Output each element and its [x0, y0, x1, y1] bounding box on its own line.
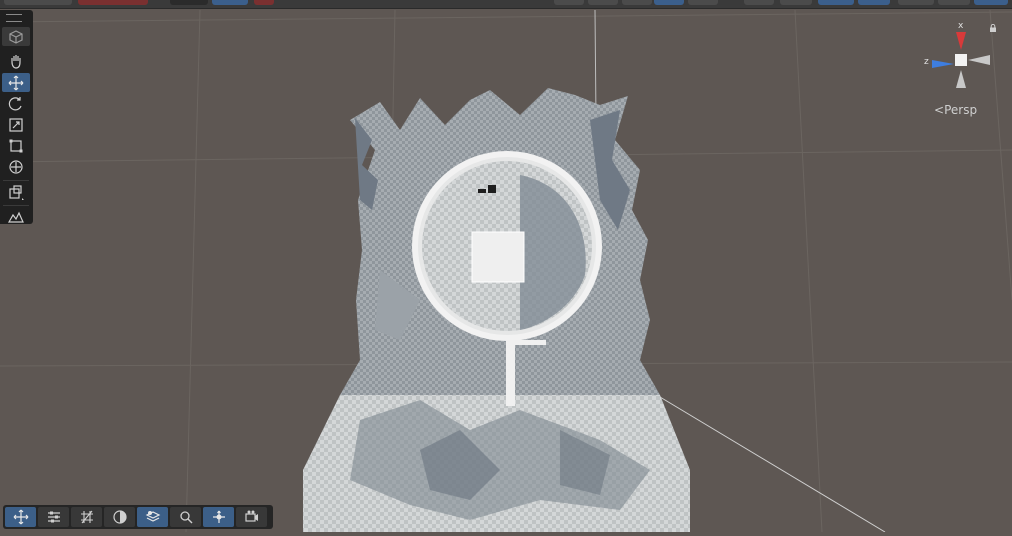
overlay-toolbar [3, 505, 273, 529]
toolbar-button-shading[interactable] [654, 0, 684, 5]
shading-icon [112, 510, 127, 524]
lock-icon[interactable] [989, 24, 997, 32]
snap-button[interactable] [203, 507, 234, 527]
toolbar-button[interactable] [938, 0, 970, 5]
tool-settings-button[interactable] [38, 507, 69, 527]
terrain-icon [8, 211, 24, 223]
grid-button[interactable] [71, 507, 102, 527]
gizmo-x-label: x [958, 21, 964, 31]
terrain-tool[interactable] [2, 207, 30, 226]
projection-label: Persp [944, 103, 978, 117]
x-axis-cone[interactable] [956, 32, 966, 50]
scene-view[interactable] [0, 0, 1012, 533]
snap-icon [212, 510, 225, 523]
scale-tool[interactable] [2, 115, 30, 134]
toolbar-button-move[interactable] [212, 0, 248, 5]
transform-tool[interactable] [2, 157, 30, 176]
move-overlay-button[interactable] [5, 507, 36, 527]
camera-icon [244, 510, 258, 522]
toolbar-button[interactable] [254, 0, 274, 5]
toolbar-button[interactable] [688, 0, 718, 5]
toolbar-button[interactable] [622, 0, 652, 5]
scene-render[interactable] [0, 0, 1012, 533]
cube-tool[interactable] [2, 27, 30, 46]
move-icon [8, 75, 24, 90]
transform-icon [9, 159, 23, 174]
layers-icon [145, 511, 160, 522]
toolbar-button[interactable] [554, 0, 584, 5]
toolbar-button[interactable] [780, 0, 812, 5]
custom-tool[interactable] [2, 182, 30, 201]
toolbar-button-record[interactable] [78, 0, 148, 5]
tools-palette [0, 10, 33, 224]
palette-divider [3, 180, 29, 181]
move-overlay-icon [13, 509, 28, 525]
toolbar-button[interactable] [858, 0, 890, 5]
chevron-left-icon: < [934, 103, 945, 117]
orientation-gizmo[interactable]: x z [920, 14, 1000, 94]
toolbar-button[interactable] [898, 0, 934, 5]
rotate-icon [8, 96, 22, 110]
move-tool[interactable] [2, 73, 30, 92]
gizmo-z-label: z [924, 57, 929, 67]
toolbar-button[interactable] [4, 0, 72, 5]
toolbar-button[interactable] [974, 0, 1008, 5]
rect-icon [9, 139, 23, 152]
toolbar-button[interactable] [170, 0, 208, 5]
projection-toggle[interactable]: <Persp [934, 103, 977, 117]
toolbar-button[interactable] [744, 0, 774, 5]
cube-icon [9, 29, 23, 44]
palette-drag-handle[interactable] [6, 14, 22, 22]
toolbar-button[interactable] [588, 0, 618, 5]
settings-icon [47, 511, 60, 523]
toolbar-button[interactable] [818, 0, 854, 5]
neg-x-cone[interactable] [968, 55, 990, 65]
y-axis-cone[interactable] [956, 70, 966, 88]
search-icon [179, 511, 192, 524]
z-axis-cone[interactable] [932, 60, 954, 68]
gizmo-center-cube[interactable] [955, 54, 967, 66]
rotate-tool[interactable] [2, 94, 30, 113]
custom-tool-icon [9, 184, 24, 200]
view-tool[interactable] [2, 51, 30, 70]
palette-divider [3, 205, 29, 206]
grid-icon [80, 510, 93, 524]
shading-button[interactable] [104, 507, 135, 527]
rect-tool[interactable] [2, 136, 30, 155]
layers-button[interactable] [137, 507, 168, 527]
top-toolbar [0, 0, 1012, 9]
search-button[interactable] [170, 507, 201, 527]
camera-button[interactable] [236, 507, 267, 527]
scale-icon [9, 117, 23, 132]
hand-icon [11, 54, 21, 69]
